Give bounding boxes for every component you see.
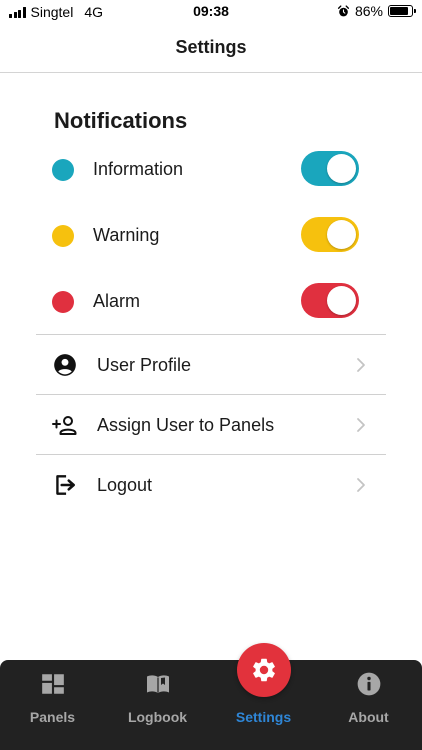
notification-label: Information (93, 159, 184, 179)
toggle-knob (327, 286, 356, 315)
menu-label: Assign User to Panels (97, 415, 275, 435)
notification-label: Alarm (93, 291, 141, 311)
logout-icon (56, 475, 75, 495)
account-circle-icon (54, 354, 76, 376)
alarm-toggle[interactable] (301, 283, 359, 318)
settings-menu: User Profile Assign User to Panels Logou… (36, 334, 386, 514)
warning-toggle[interactable] (301, 217, 359, 252)
chevron-right-icon (357, 418, 365, 432)
book-icon (146, 675, 169, 693)
toggle-knob (327, 154, 356, 183)
tab-logbook[interactable]: Logbook (105, 660, 210, 750)
page-title: Settings (175, 37, 247, 57)
toggle-knob (327, 220, 356, 249)
status-right: 86% (337, 3, 416, 19)
tab-bar: Panels Logbook Settings About (0, 660, 422, 750)
chevron-right-icon (357, 358, 365, 372)
chevron-right-icon (357, 478, 365, 492)
menu-item-logout[interactable]: Logout (36, 454, 386, 514)
battery-fill (390, 7, 409, 15)
tab-label: Logbook (127, 709, 188, 725)
tab-panels[interactable]: Panels (0, 660, 105, 750)
notification-label: Warning (93, 225, 160, 245)
info-icon (357, 672, 380, 696)
alarm-color-dot (52, 291, 74, 313)
menu-item-user-profile[interactable]: User Profile (36, 334, 386, 394)
tab-label: Panels (29, 709, 76, 725)
menu-item-assign-user[interactable]: Assign User to Panels (36, 394, 386, 454)
warning-color-dot (52, 225, 74, 247)
battery-percent: 86% (354, 3, 383, 19)
information-color-dot (52, 159, 74, 181)
tab-about[interactable]: About (316, 660, 421, 750)
tab-label: Settings (235, 709, 292, 725)
nav-bar: Settings (0, 24, 422, 73)
gear-icon (253, 658, 275, 682)
status-bar: Singtel 4G 09:38 86% (0, 0, 422, 24)
tab-label: About (348, 709, 389, 725)
notification-row-information: Information (0, 150, 422, 190)
notification-row-alarm: Alarm (0, 282, 422, 322)
information-toggle[interactable] (301, 151, 359, 186)
notification-row-warning: Warning (0, 216, 422, 256)
settings-fab[interactable] (237, 643, 291, 697)
alarm-clock-icon (337, 4, 350, 16)
notifications-title: Notifications (54, 108, 188, 133)
menu-label: User Profile (97, 355, 192, 375)
battery-icon (388, 5, 416, 17)
menu-label: Logout (97, 475, 153, 495)
dashboard-icon (41, 674, 64, 694)
person-add-icon (52, 416, 77, 435)
